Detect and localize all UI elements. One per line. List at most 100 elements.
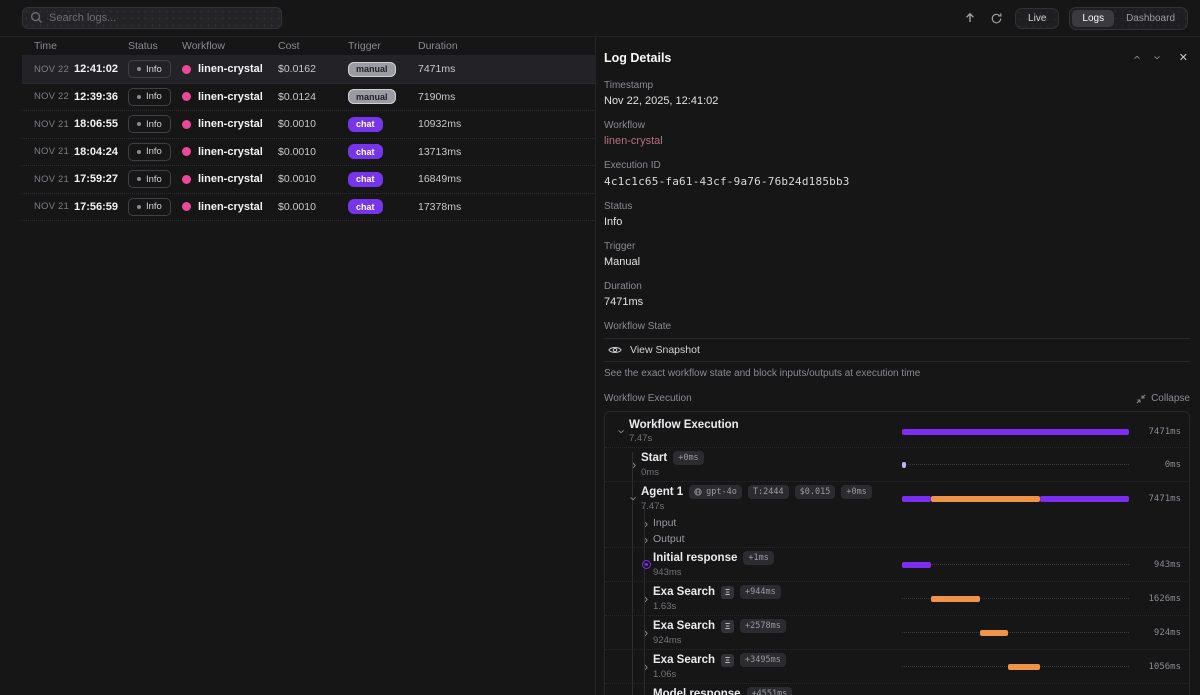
meta-badge: T:2444 [748, 485, 789, 499]
row-time: 17:59:27 [74, 173, 118, 185]
status-dot-icon [137, 205, 141, 209]
trace-name: Exa Search [653, 620, 715, 632]
timeline-track [902, 462, 1129, 468]
row-duration: 7471ms [418, 63, 583, 75]
row-cost: $0.0010 [278, 118, 348, 130]
status-label: Info [146, 64, 162, 75]
refresh-icon-button[interactable] [988, 10, 1005, 27]
field-value: Nov 22, 2025, 12:41:02 [604, 95, 1190, 107]
table-header: TimeStatusWorkflowCostTriggerDuration [22, 37, 595, 56]
trace-row[interactable]: Model response +4551ms 2.92s 2920ms [605, 683, 1189, 695]
trace-row[interactable]: › Exa Search Ξ+944ms 1.63s 1626ms [605, 581, 1189, 615]
timeline-track [902, 664, 1129, 670]
status-badge: Info [128, 115, 171, 133]
row-date: NOV 22 [34, 91, 69, 102]
timeline-track [902, 429, 1129, 435]
trace-row[interactable]: › Output [605, 531, 1189, 547]
workflow-state-caption: See the exact workflow state and block i… [604, 368, 1190, 379]
topbar-actions: Live LogsDashboard [962, 7, 1188, 30]
trace-row[interactable]: › Start +0ms 0ms 0ms [605, 447, 1189, 481]
detail-field: Status Info [604, 201, 1190, 228]
chevron-right-icon[interactable]: › [639, 660, 653, 673]
tab-dashboard[interactable]: Dashboard [1116, 10, 1185, 27]
trigger-badge: chat [348, 172, 383, 187]
tree-guide [632, 452, 633, 695]
row-date: NOV 21 [34, 174, 69, 185]
view-snapshot-button[interactable]: View Snapshot [604, 338, 1190, 362]
timeline-duration-label: 0ms [1135, 460, 1181, 470]
log-details-panel: Log Details › › ✕ Timestamp Nov 22, 2025… [595, 37, 1200, 695]
trace-name: Agent 1 [641, 486, 683, 498]
arrow-up-button[interactable] [962, 10, 978, 26]
timeline-bar-segment [902, 429, 1129, 435]
table-row[interactable]: NOV 21 18:06:55 Info linen-crystal $0.00… [22, 111, 595, 139]
timeline-duration-label: 7471ms [1135, 494, 1181, 504]
column-header-duration: Duration [418, 40, 583, 52]
chevron-right-icon[interactable]: › [639, 533, 653, 546]
detail-field: Workflow linen-crystal [604, 120, 1190, 147]
chevron-down-icon[interactable]: › [615, 425, 629, 438]
table-row[interactable]: NOV 22 12:39:36 Info linen-crystal $0.01… [22, 84, 595, 112]
chevron-right-icon[interactable]: › [639, 626, 653, 639]
live-button[interactable]: Live [1015, 8, 1059, 29]
status-dot-icon [137, 177, 141, 181]
table-row[interactable]: NOV 22 12:41:02 Info linen-crystal $0.01… [22, 56, 595, 84]
row-date: NOV 22 [34, 64, 69, 75]
table-row[interactable]: NOV 21 17:59:27 Info linen-crystal $0.00… [22, 166, 595, 194]
row-time: 18:04:24 [74, 146, 118, 158]
trace-duration-sub: 0ms [641, 467, 894, 478]
field-label: Execution ID [604, 160, 1190, 171]
trace-row[interactable]: › Input [605, 515, 1189, 531]
detail-fields: Timestamp Nov 22, 2025, 12:41:02 Workflo… [604, 80, 1190, 308]
meta-badge: +3495ms [740, 653, 786, 667]
trace-name: Exa Search [653, 654, 715, 666]
row-time: 18:06:55 [74, 118, 118, 130]
trace-row[interactable]: › Workflow Execution 7.47s 7471ms [605, 416, 1189, 447]
timeline-bar-segment [980, 630, 1008, 636]
status-dot-icon [137, 95, 141, 99]
search-input[interactable] [22, 7, 282, 29]
chevron-right-icon[interactable]: › [627, 458, 641, 471]
model-badge: gpt-4o [689, 485, 742, 499]
timeline-bar-segment [1040, 496, 1129, 502]
trace-duration-sub: 7.47s [629, 433, 894, 444]
row-time: 12:41:02 [74, 63, 118, 75]
workflow-color-dot [182, 202, 191, 211]
workflow-state-label: Workflow State [604, 321, 1190, 332]
meta-badge: +944ms [740, 585, 781, 599]
collapse-icon [1136, 394, 1146, 404]
tab-logs[interactable]: Logs [1072, 10, 1114, 27]
status-badge: Info [128, 143, 171, 161]
trace-row[interactable]: › Exa Search Ξ+2578ms 924ms 924ms [605, 615, 1189, 649]
content-area: TimeStatusWorkflowCostTriggerDuration NO… [0, 36, 1200, 695]
timeline-duration-label: 943ms [1135, 560, 1181, 570]
meta-badge: +4551ms [747, 687, 793, 695]
timeline-duration-label: 1626ms [1135, 594, 1181, 604]
timeline-bar-segment [931, 496, 1041, 502]
table-row[interactable]: NOV 21 17:56:59 Info linen-crystal $0.00… [22, 194, 595, 222]
trace-row[interactable]: › Agent 1 gpt-4oT:2444$0.015+0ms 7.47s 7… [605, 481, 1189, 515]
details-title: Log Details [604, 51, 671, 65]
workflow-name: linen-crystal [198, 173, 263, 185]
tree-twisty[interactable] [639, 560, 653, 569]
next-log-button[interactable]: › [1154, 49, 1162, 66]
trigger-badge: chat [348, 199, 383, 214]
prev-log-button[interactable]: › [1132, 49, 1140, 66]
status-badge: Info [128, 88, 171, 106]
timeline-bar-segment [902, 496, 931, 502]
trace-duration-sub: 7.47s [641, 501, 894, 512]
collapse-button[interactable]: Collapse [1136, 393, 1190, 404]
table-row[interactable]: NOV 21 18:04:24 Info linen-crystal $0.00… [22, 139, 595, 167]
trace-row[interactable]: Initial response +1ms 943ms 943ms [605, 547, 1189, 581]
execution-section-label: Workflow Execution [604, 393, 692, 404]
workflow-color-dot [182, 175, 191, 184]
chevron-right-icon[interactable]: › [639, 517, 653, 530]
chevron-down-icon[interactable]: › [627, 492, 641, 505]
chevron-right-icon[interactable]: › [639, 592, 653, 605]
table-body: NOV 22 12:41:02 Info linen-crystal $0.01… [0, 56, 595, 221]
details-header: Log Details › › ✕ [604, 49, 1190, 66]
trace-row[interactable]: › Exa Search Ξ+3495ms 1.06s 1056ms [605, 649, 1189, 683]
close-icon[interactable]: ✕ [1177, 49, 1190, 66]
row-time: 17:56:59 [74, 201, 118, 213]
search-wrap [22, 7, 282, 29]
